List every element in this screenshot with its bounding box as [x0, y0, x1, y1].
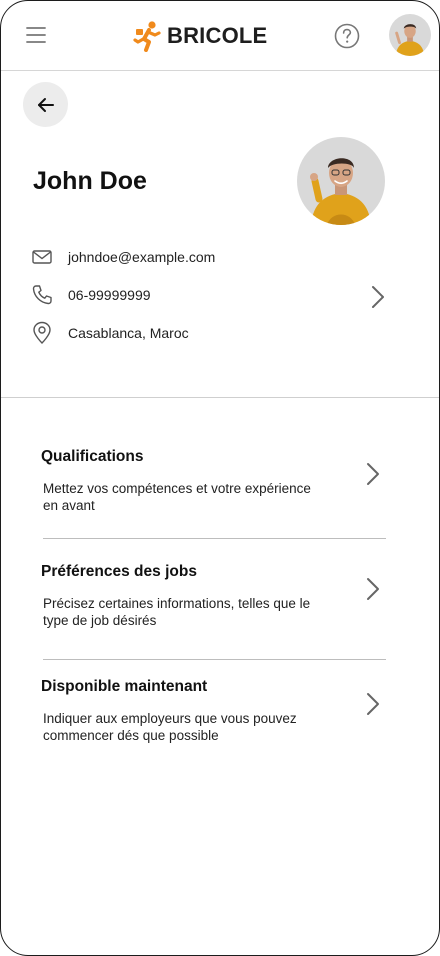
top-bar: BRICOLE	[1, 1, 439, 71]
section-description: Précisez certaines informations, telles …	[43, 596, 311, 628]
available-now-chevron-icon[interactable]	[366, 692, 380, 721]
profile-name: John Doe	[33, 167, 147, 195]
qualifications-chevron-icon[interactable]	[366, 462, 380, 491]
section-description: Indiquer aux employeurs que vous pouvez …	[43, 711, 297, 743]
location-row: Casablanca, Maroc	[31, 321, 189, 344]
phone-frame: BRICOLE John Doe johndoe@example.com 06-…	[0, 0, 440, 956]
user-avatar[interactable]	[389, 14, 431, 56]
location-text: Casablanca, Maroc	[68, 325, 189, 341]
section-job-preferences[interactable]: Préférences des jobs Précisez certaines …	[41, 563, 381, 629]
mail-icon	[31, 246, 53, 268]
back-button[interactable]	[23, 82, 68, 127]
phone-row: 06-99999999	[31, 284, 151, 306]
runner-logo-icon	[133, 21, 161, 52]
help-icon[interactable]	[334, 23, 360, 49]
phone-text: 06-99999999	[68, 287, 151, 303]
brand-logo: BRICOLE	[133, 20, 267, 52]
section-title: Qualifications	[41, 448, 144, 465]
email-row: johndoe@example.com	[31, 246, 215, 268]
email-text: johndoe@example.com	[68, 249, 216, 265]
section-title: Préférences des jobs	[41, 563, 197, 580]
location-pin-icon	[31, 321, 53, 344]
brand-name: BRICOLE	[167, 23, 268, 48]
section-qualifications[interactable]: Qualifications Mettez vos compétences et…	[41, 448, 381, 514]
phone-chevron-icon[interactable]	[371, 285, 385, 314]
menu-icon[interactable]	[25, 25, 47, 45]
arrow-left-icon	[37, 97, 54, 112]
list-divider	[43, 538, 386, 539]
phone-icon	[31, 284, 53, 306]
section-available-now[interactable]: Disponible maintenant Indiquer aux emplo…	[41, 678, 381, 744]
job-preferences-chevron-icon[interactable]	[366, 577, 380, 606]
section-divider	[1, 397, 439, 398]
list-divider	[43, 659, 386, 660]
profile-photo	[297, 137, 385, 225]
section-description: Mettez vos compétences et votre expérien…	[43, 481, 311, 513]
section-title: Disponible maintenant	[41, 678, 208, 695]
